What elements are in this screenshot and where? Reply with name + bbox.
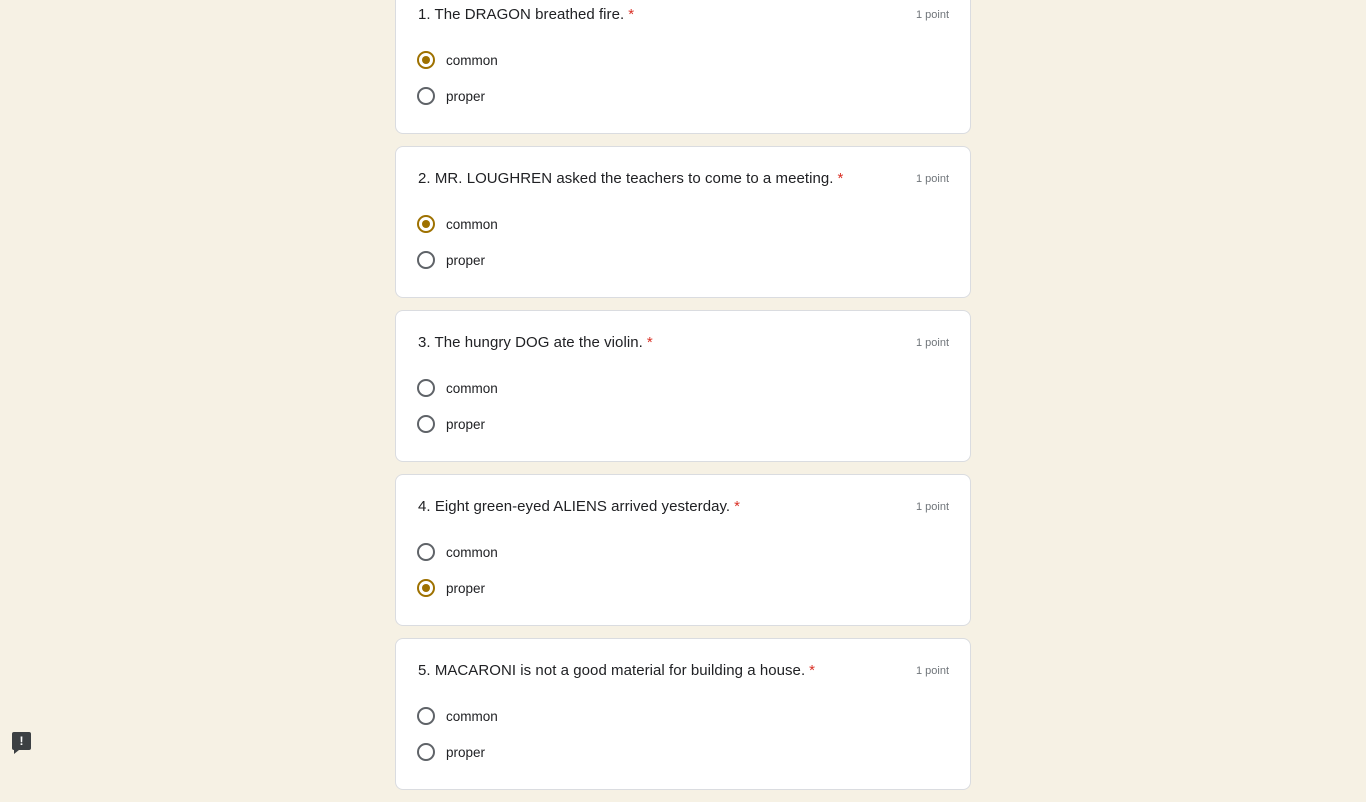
option-proper[interactable]: proper: [417, 413, 485, 435]
question-points: 1 point: [915, 501, 949, 513]
radio-button[interactable]: [417, 543, 435, 561]
option-label: proper: [446, 744, 486, 760]
report-feedback-icon[interactable]: !: [12, 732, 31, 754]
form-questions: 1. The DRAGON breathed fire. * 1 point co…: [395, 0, 971, 802]
option-common[interactable]: common: [417, 705, 498, 727]
radio-button[interactable]: [417, 87, 435, 105]
radio-button[interactable]: [417, 579, 435, 597]
option-label: proper: [446, 252, 486, 268]
option-label: proper: [446, 88, 486, 104]
question-title: 1. The DRAGON breathed fire. *: [418, 6, 635, 23]
question-points: 1 point: [915, 9, 949, 21]
radio-button[interactable]: [417, 51, 435, 69]
question-card-5: 5. MACARONI is not a good material for b…: [395, 638, 971, 790]
required-asterisk: *: [837, 170, 844, 187]
option-proper[interactable]: proper: [417, 249, 485, 271]
question-card-2: 2. MR. LOUGHREN asked the teachers to co…: [395, 146, 971, 298]
question-card-3: 3. The hungry DOG ate the violin. * 1 poi…: [395, 310, 971, 462]
question-points: 1 point: [915, 665, 949, 677]
option-label: common: [446, 380, 498, 396]
option-common[interactable]: common: [417, 213, 498, 235]
option-proper[interactable]: proper: [417, 85, 485, 107]
option-label: common: [446, 52, 498, 68]
option-common[interactable]: common: [417, 377, 498, 399]
question-points: 1 point: [915, 173, 949, 185]
radio-button[interactable]: [417, 379, 435, 397]
question-points: 1 point: [915, 337, 949, 349]
option-common[interactable]: common: [417, 49, 498, 71]
option-proper[interactable]: proper: [417, 577, 485, 599]
option-label: proper: [446, 580, 486, 596]
required-asterisk: *: [628, 6, 635, 23]
required-asterisk: *: [734, 498, 741, 515]
radio-button[interactable]: [417, 743, 435, 761]
option-label: proper: [446, 416, 486, 432]
option-label: common: [446, 544, 498, 560]
question-title: 4. Eight green-eyed ALIENS arrived yeste…: [418, 498, 741, 515]
option-label: common: [446, 708, 498, 724]
radio-button[interactable]: [417, 707, 435, 725]
question-title: 2. MR. LOUGHREN asked the teachers to co…: [418, 170, 844, 187]
required-asterisk: *: [646, 334, 653, 351]
radio-button[interactable]: [417, 415, 435, 433]
question-card-4: 4. Eight green-eyed ALIENS arrived yeste…: [395, 474, 971, 626]
required-asterisk: *: [809, 662, 816, 679]
question-title: 3. The hungry DOG ate the violin. *: [418, 334, 653, 351]
radio-button[interactable]: [417, 251, 435, 269]
question-title: 5. MACARONI is not a good material for b…: [418, 662, 816, 679]
option-common[interactable]: common: [417, 541, 498, 563]
option-label: common: [446, 216, 498, 232]
radio-button[interactable]: [417, 215, 435, 233]
option-proper[interactable]: proper: [417, 741, 485, 763]
question-card-1: 1. The DRAGON breathed fire. * 1 point co…: [395, 0, 971, 134]
feedback-glyph: !: [19, 734, 24, 748]
